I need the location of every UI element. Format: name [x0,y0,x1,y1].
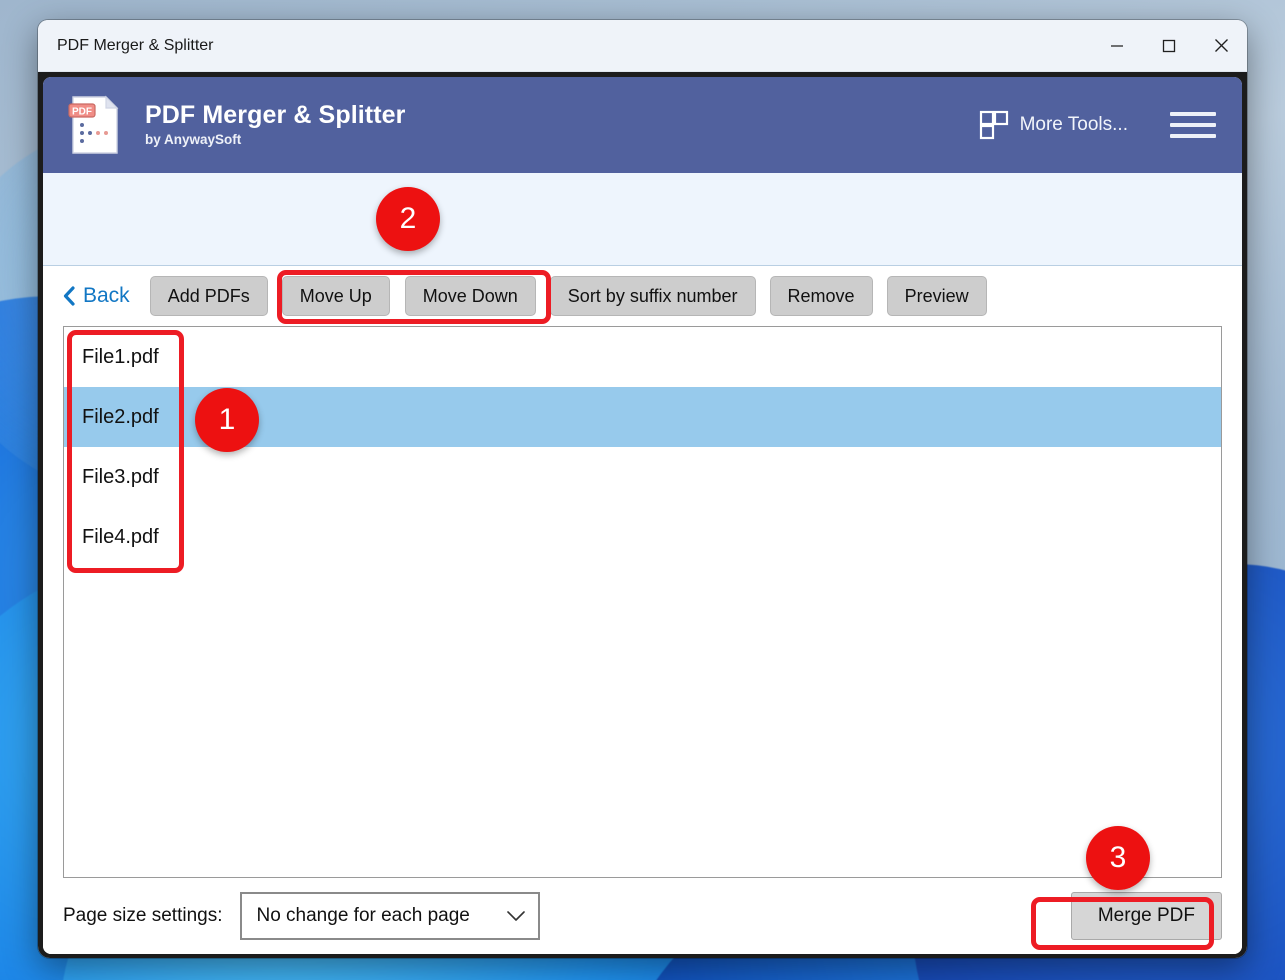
back-label: Back [83,284,130,307]
maximize-button[interactable] [1143,20,1195,71]
hamburger-line-2 [1170,123,1216,127]
window-controls [1091,20,1247,71]
close-button[interactable] [1195,20,1247,71]
grid-tools-icon [979,110,1008,140]
window-title: PDF Merger & Splitter [57,36,214,54]
page-size-value: No change for each page [256,905,470,926]
list-item[interactable]: File4.pdf [64,507,1221,567]
app-content: PDF PDF Merger & Splitter by AnywaySoft [43,77,1242,954]
move-up-button[interactable]: Move Up [281,276,390,316]
app-window: PDF Merger & Splitter PDF PDF Merger & S… [38,20,1247,958]
brand-text-block: PDF Merger & Splitter by AnywaySoft [145,100,406,148]
pdf-document-logo-icon: PDF [68,95,119,154]
hamburger-line-3 [1170,134,1216,138]
sort-by-suffix-number-button[interactable]: Sort by suffix number [549,276,756,316]
window-titlebar[interactable]: PDF Merger & Splitter [38,20,1247,72]
brand-header: PDF PDF Merger & Splitter by AnywaySoft [43,77,1242,173]
chevron-down-icon [507,911,526,921]
bottom-bar: Page size settings: No change for each p… [43,878,1242,954]
header-actions: More Tools... [979,108,1220,142]
back-button[interactable]: Back [63,284,130,308]
toolbar: Back Add PDFs Move Up Move Down Sort by … [43,266,1242,326]
app-frame: PDF PDF Merger & Splitter by AnywaySoft [38,72,1247,958]
hamburger-line-1 [1170,112,1216,116]
preview-button[interactable]: Preview [886,276,987,316]
svg-text:PDF: PDF [72,107,92,118]
page-size-select[interactable]: No change for each page [240,892,541,940]
merge-pdf-button[interactable]: Merge PDF [1070,892,1222,940]
more-tools-label: More Tools... [1019,114,1128,135]
app-title: PDF Merger & Splitter [145,100,406,129]
move-buttons-group: Move Up Move Down [281,276,536,316]
hamburger-menu-icon[interactable] [1166,108,1220,142]
page-size-label: Page size settings: [63,905,223,926]
more-tools-button[interactable]: More Tools... [979,110,1128,140]
annotation-badge-2: 2 [376,187,440,251]
list-item[interactable]: File1.pdf [64,327,1221,387]
remove-button[interactable]: Remove [769,276,873,316]
annotation-badge-1: 1 [195,388,259,452]
list-item[interactable]: File3.pdf [64,447,1221,507]
chevron-left-icon [63,286,75,306]
annotation-badge-3: 3 [1086,826,1150,890]
add-pdfs-button[interactable]: Add PDFs [149,276,268,316]
move-down-button[interactable]: Move Down [404,276,536,316]
info-band [43,173,1242,266]
minimize-button[interactable] [1091,20,1143,71]
app-subtitle: by AnywaySoft [145,132,242,148]
